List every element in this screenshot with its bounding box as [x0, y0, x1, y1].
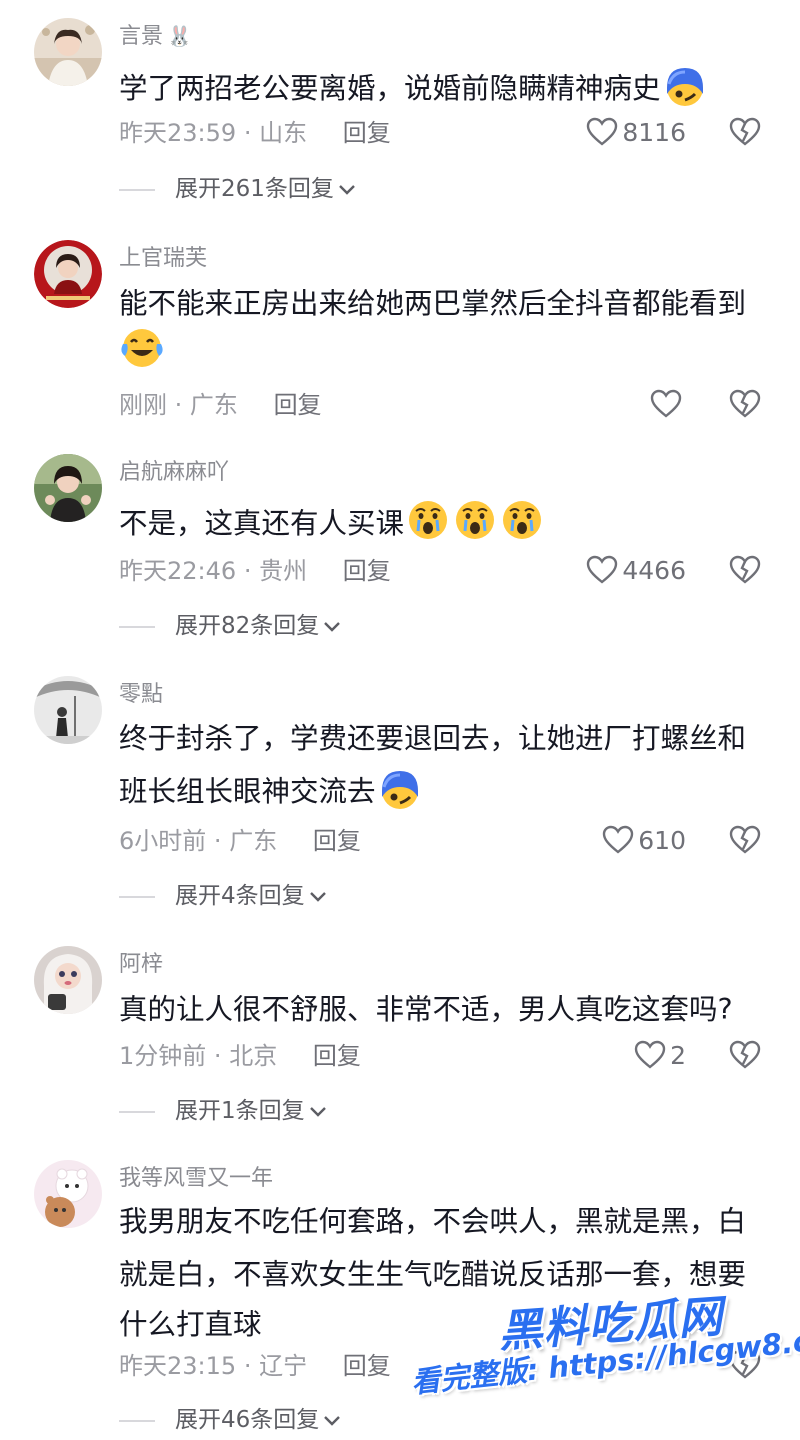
comment-line: 不是，这真还有人买课: [119, 507, 405, 540]
username[interactable]: 零點: [119, 684, 163, 706]
username[interactable]: 阿梓: [119, 954, 163, 976]
heart-icon: [634, 1040, 666, 1069]
like-button[interactable]: 4466: [586, 555, 686, 585]
avatar[interactable]: [34, 454, 102, 522]
location: 广东: [189, 391, 238, 419]
like-count: 2: [670, 1040, 686, 1070]
timestamp: 6小时前: [119, 827, 207, 855]
expand-replies[interactable]: 展开1条回复: [119, 1100, 327, 1123]
avatar[interactable]: [34, 240, 102, 308]
reply-button[interactable]: 回复: [274, 391, 322, 419]
helmet-face-emoji: [663, 64, 707, 121]
helmet-face-emoji: [378, 767, 422, 824]
comment-text: 能不能来正房出来给她两巴掌然后全抖音都能看到: [119, 282, 779, 383]
crying-shock-emoji: [406, 497, 546, 556]
expand-replies[interactable]: 展开4条回复: [119, 885, 327, 908]
location: 贵州: [259, 557, 308, 585]
comment-line: 学了两招老公要离婚，说婚前隐瞒精神病史: [119, 72, 661, 105]
divider: [119, 895, 155, 898]
comment-text: 不是，这真还有人买课: [119, 497, 779, 556]
laugh-cry-emoji: [119, 326, 165, 383]
like-button[interactable]: 2: [634, 1040, 686, 1070]
divider: [119, 1110, 155, 1113]
divider: [119, 188, 155, 191]
separator: ·: [243, 557, 252, 585]
divider: [119, 625, 155, 628]
broken-heart-icon: [729, 825, 761, 854]
timestamp: 昨天23:15: [119, 1352, 237, 1380]
timestamp: 昨天22:46: [119, 557, 237, 585]
timestamp: 1分钟前: [119, 1042, 207, 1070]
expand-label: 展开1条回复: [175, 1098, 305, 1124]
username[interactable]: 我等风雪又一年: [119, 1168, 273, 1190]
heart-icon: [650, 389, 682, 418]
avatar[interactable]: [34, 1160, 102, 1228]
separator: ·: [213, 1042, 222, 1070]
expand-label: 展开261条回复: [175, 176, 334, 202]
expand-label: 展开4条回复: [175, 883, 305, 909]
expand-replies[interactable]: 展开261条回复: [119, 178, 356, 201]
rabbit-icon: 🐰: [167, 24, 192, 48]
comment-line: 终于封杀了，学费还要退回去，让她进厂打螺丝和: [119, 722, 747, 755]
broken-heart-icon: [729, 389, 761, 418]
comment-line: 班长组长眼神交流去: [119, 775, 376, 808]
divider: [119, 1419, 155, 1422]
timestamp: 昨天23:59: [119, 119, 237, 147]
reply-button[interactable]: 回复: [343, 1352, 391, 1380]
avatar[interactable]: [34, 18, 102, 86]
like-button[interactable]: 8116: [586, 117, 686, 147]
comment-text: 真的让人很不舒服、非常不适，男人真吃这套吗?: [119, 988, 779, 1032]
heart-icon: [603, 825, 634, 854]
broken-heart-icon: [729, 1040, 761, 1069]
chevron-down-icon: [309, 891, 326, 902]
username[interactable]: 言景: [119, 24, 163, 49]
reply-button[interactable]: 回复: [313, 827, 361, 855]
expand-replies[interactable]: 展开82条回复: [119, 615, 341, 638]
comment-text: 终于封杀了，学费还要退回去，让她进厂打螺丝和 班长组长眼神交流去: [119, 717, 779, 824]
separator: ·: [243, 119, 252, 147]
avatar[interactable]: [34, 946, 102, 1014]
username[interactable]: 上官瑞芙: [119, 248, 207, 270]
chevron-down-icon: [339, 184, 355, 195]
expand-replies[interactable]: 展开46条回复: [119, 1409, 341, 1432]
reply-button[interactable]: 回复: [313, 1042, 361, 1070]
like-button[interactable]: 610: [602, 825, 686, 855]
comment-line: 真的让人很不舒服、非常不适，男人真吃这套吗?: [119, 993, 733, 1026]
reply-button[interactable]: 回复: [343, 557, 391, 585]
separator: ·: [174, 391, 183, 419]
location: 北京: [229, 1042, 278, 1070]
chevron-down-icon: [309, 1106, 326, 1117]
dislike-button[interactable]: [728, 117, 762, 151]
location: 辽宁: [259, 1352, 308, 1380]
reply-button[interactable]: 回复: [343, 119, 391, 147]
comment-text: 学了两招老公要离婚，说婚前隐瞒精神病史: [119, 64, 779, 121]
location: 广东: [229, 827, 278, 855]
broken-heart-icon: [729, 555, 761, 584]
timestamp: 刚刚: [119, 391, 167, 419]
dislike-button[interactable]: [728, 555, 762, 589]
like-count: 8116: [622, 117, 686, 147]
username[interactable]: 启航麻麻吖: [119, 462, 229, 484]
chevron-down-icon: [324, 1415, 341, 1426]
comment-line: 能不能来正房出来给她两巴掌然后全抖音都能看到: [119, 287, 747, 320]
heart-icon: [587, 117, 618, 146]
broken-heart-icon: [729, 117, 761, 146]
separator: ·: [243, 1352, 252, 1380]
like-count: 4466: [622, 555, 686, 585]
chevron-down-icon: [324, 621, 341, 632]
heart-icon: [587, 555, 618, 584]
expand-label: 展开82条回复: [175, 613, 320, 639]
avatar[interactable]: [34, 676, 102, 744]
expand-label: 展开46条回复: [175, 1407, 320, 1433]
comment-line: 我男朋友不吃任何套路，不会哄人，黑就是黑，白: [119, 1205, 747, 1238]
like-count: 610: [638, 825, 686, 855]
dislike-button[interactable]: [728, 389, 762, 423]
like-button[interactable]: [650, 389, 686, 419]
location: 山东: [259, 119, 308, 147]
separator: ·: [213, 827, 222, 855]
dislike-button[interactable]: [728, 1040, 762, 1074]
dislike-button[interactable]: [728, 825, 762, 859]
